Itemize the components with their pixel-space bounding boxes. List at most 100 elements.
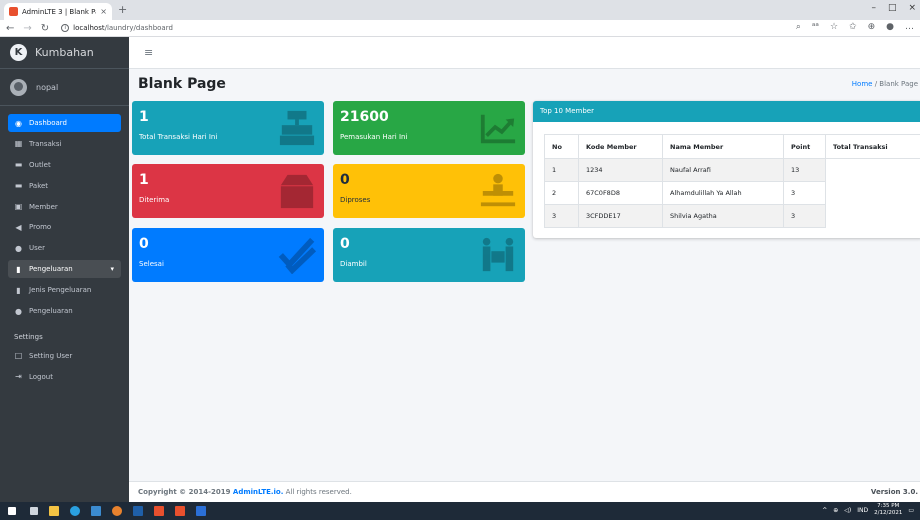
browser-toolbar: ⌕ ᵃᵃ ☆ ✩ ⊕ ● … [796,22,914,32]
tab-close-icon[interactable]: × [100,7,107,16]
card-title: Top 10 Member [533,101,920,122]
sidebar-item-outlet[interactable]: ▬ Outlet [8,156,121,174]
sidebar-item-label: Transaksi [29,139,62,148]
store-app-icon[interactable] [91,506,101,516]
chrome-icon[interactable] [112,506,122,516]
sidebar-menu: ◉ Dashboard ▦ Transaksi ▬ Outlet ▬ Paket… [0,106,129,386]
browser-tab-bar: AdminLTE 3 | Blank Page × + – □ × [0,0,920,20]
chevron-up-icon[interactable]: ^ [822,507,827,514]
stat-diterima: 1 Diterima [132,164,324,218]
collections-icon[interactable]: ⊕ [868,22,876,32]
word-icon[interactable] [196,506,206,516]
check-double-icon [278,237,316,274]
stat-label: Total Transaksi Hari Ini [139,133,218,141]
people-carry-icon [480,173,516,207]
stat-diproses: 0 Diproses [333,164,525,218]
favorite-icon[interactable]: ☆ [830,22,838,32]
table-cell: 3 [544,204,579,228]
new-tab-button[interactable]: + [118,3,127,16]
column-header: No [544,134,579,159]
sidebar-item-logout[interactable]: ⇥ Logout [8,368,121,386]
box-icon: ▬ [14,181,23,191]
profile-icon[interactable]: ● [886,22,894,32]
bullhorn-icon: ◀ [15,222,22,232]
sidebar-item-setting-user[interactable]: □ Setting User [8,347,121,365]
sidebar-item-label: Dashboard [29,119,67,127]
menu-toggle-icon[interactable]: ≡ [144,46,153,59]
sidebar-item-dashboard[interactable]: ◉ Dashboard [8,114,121,132]
photoshop-icon[interactable] [133,506,143,516]
sidebar-item-label: Setting User [29,351,73,360]
read-aloud-icon[interactable]: ᵃᵃ [812,22,819,32]
column-header: Kode Member [578,134,663,159]
sidebar-item-member[interactable]: ▣ Member [8,198,121,216]
search-icon[interactable]: ⌕ [796,22,801,32]
brand-text: Kumbahan [35,46,94,59]
back-icon[interactable]: ← [6,23,14,34]
stat-label: Diambil [340,260,367,268]
reload-icon[interactable]: ↻ [41,23,49,34]
user-name: nopal [36,82,59,92]
sidebar-item-label: Member [29,202,58,211]
user-avatar [10,78,27,96]
stat-diambil: 0 Diambil [333,228,525,282]
close-window-button[interactable]: × [908,3,916,13]
file-explorer-icon[interactable] [49,506,59,516]
table-cell: 13 [783,158,826,182]
sidebar-item-user[interactable]: ● User [8,239,121,257]
table-cell: Alhamdulillah Ya Allah [662,181,784,205]
sidebar-item-label: Pengeluaran [29,307,73,316]
volume-icon[interactable]: ◁) [844,507,851,514]
table-row: 1 1234 Naufal Arrafi 13 [544,158,920,182]
start-icon[interactable] [8,507,16,515]
minimize-button[interactable]: – [871,3,876,13]
table-cell: 3CFDDE17 [578,204,663,228]
table-row: 3 3CFDDE17 Shilvia Agatha 3 [544,204,920,228]
sidebar-item-transaksi[interactable]: ▦ Transaksi [8,135,121,153]
settings-header: Settings [14,332,43,341]
column-header: Total Transaksi [825,134,920,159]
user-panel[interactable]: nopal [0,69,129,106]
notification-icon[interactable]: ▭ [908,507,914,514]
site-info-icon[interactable]: i [61,24,70,32]
favorites-icon[interactable]: ✩ [849,22,857,32]
stat-value: 1 [139,172,149,188]
brand-link[interactable]: K Kumbahan [0,37,129,69]
clock[interactable]: 7:35 PM 2/12/2021 [874,503,902,517]
taskbar: ^ ⊕ ◁) IND 7:35 PM 2/12/2021 ▭ [0,502,920,520]
network-icon[interactable]: ⊕ [833,507,838,514]
adminlte-link[interactable]: AdminLTE.io. [233,488,284,496]
browser-tab[interactable]: AdminLTE 3 | Blank Page × [4,3,112,20]
id-card-icon: ▣ [14,202,23,212]
table-cell-empty [826,205,920,228]
task-view-icon[interactable] [30,507,38,515]
more-icon[interactable]: … [905,22,914,32]
breadcrumb-home-link[interactable]: Home [852,80,873,88]
maximize-button[interactable]: □ [888,3,897,13]
version: Version 3.0. [870,488,918,496]
sidebar-item-jenis-pengeluaran[interactable]: ▮ Jenis Pengeluaran [8,281,121,299]
xampp-icon[interactable] [154,506,164,516]
cash-register-icon: ▦ [14,139,23,149]
address-bar: ← → ↻ i localhost/laundry/dashboard ⌕ ᵃᵃ… [0,20,920,37]
users-icon: ● [15,243,22,253]
sidebar-item-label: Paket [29,181,49,190]
table-cell-empty [826,159,920,182]
sidebar-item-paket[interactable]: ▬ Paket [8,177,121,195]
edge-icon[interactable] [70,506,80,516]
forward-icon[interactable]: → [23,23,31,34]
stat-value: 0 [340,236,350,252]
top-member-table: No Kode Member Nama Member Point Total T… [544,134,920,228]
sidebar-item-pengeluaran-group[interactable]: ▮ Pengeluaran ▾ [8,260,121,279]
user-tie-icon: ● [15,306,22,316]
favicon-icon [9,7,18,16]
sidebar-item-pengeluaran[interactable]: ● Pengeluaran [8,302,121,320]
language-indicator[interactable]: IND [857,507,868,514]
url-field[interactable]: i localhost/laundry/dashboard [61,24,173,32]
xampp-2-icon[interactable] [175,506,185,516]
stat-pemasukan: 21600 Pemasukan Hari Ini [333,101,525,155]
sidebar-item-label: Logout [29,372,53,381]
stat-value: 0 [340,172,350,188]
sidebar-item-promo[interactable]: ◀ Promo [8,218,121,236]
store-icon: ▬ [14,160,23,170]
